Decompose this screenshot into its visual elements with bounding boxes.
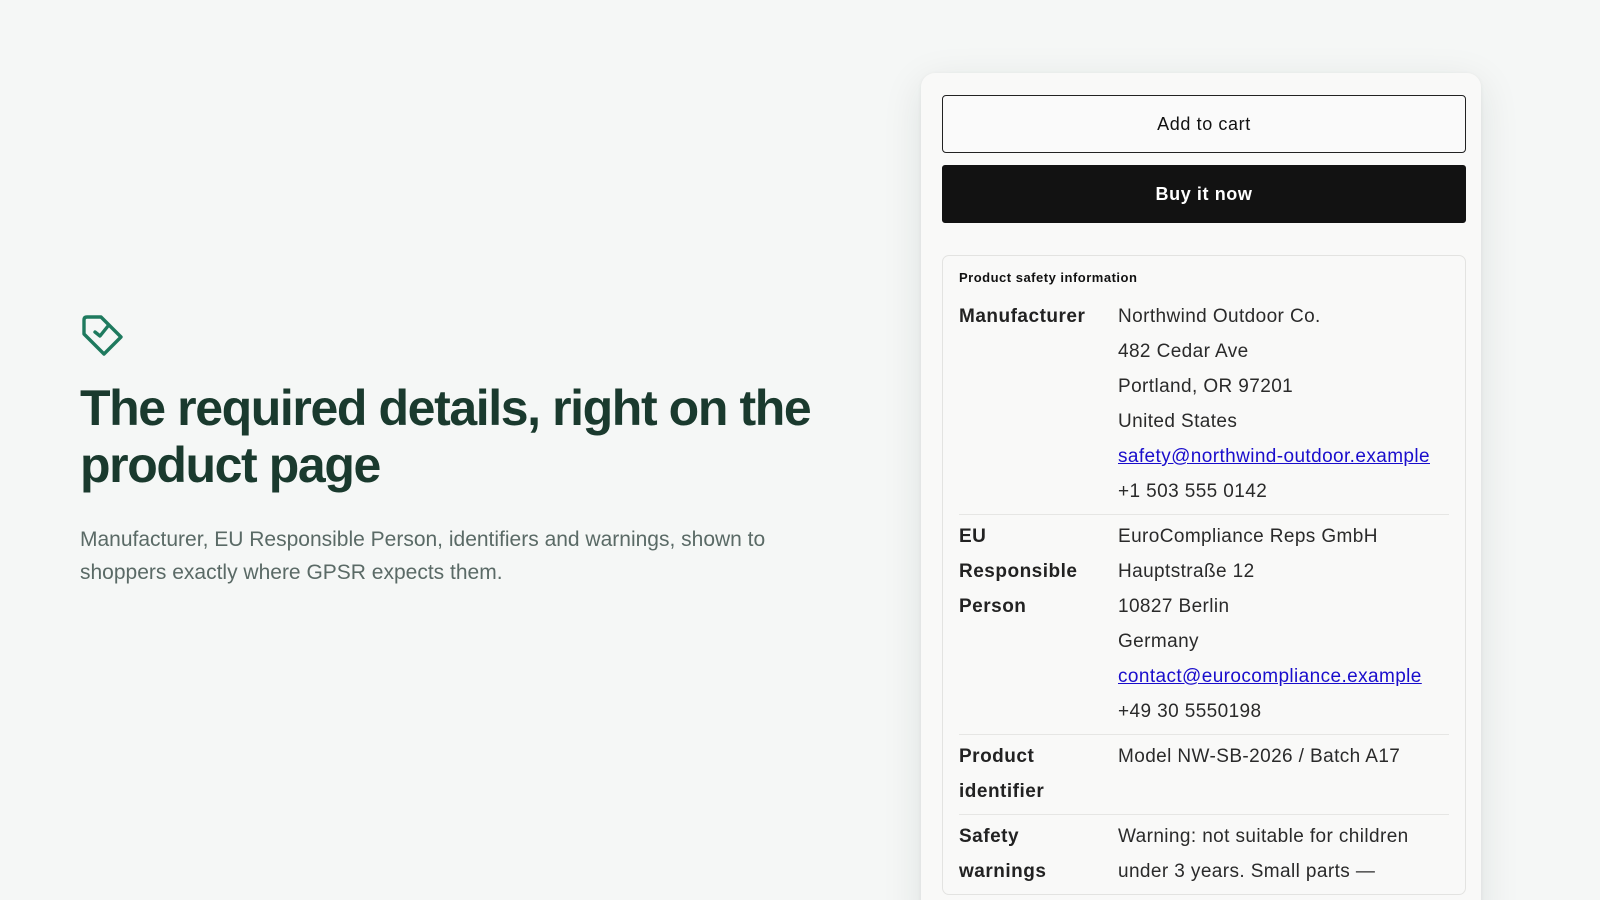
eu-rep-phone: +49 30 5550198 — [1118, 701, 1262, 722]
eu-rep-email-line: contact@eurocompliance.example — [1118, 659, 1449, 694]
eu-rep-city: 10827 Berlin — [1118, 596, 1230, 617]
warnings-details: Warning: not suitable for children under… — [1118, 815, 1449, 894]
identifier-details: Model NW-SB-2026 / Batch A17 — [1118, 735, 1449, 814]
manufacturer-phone: +1 503 555 0142 — [1118, 481, 1268, 502]
product-safety-panel: Product safety information Manufacturer … — [942, 255, 1466, 895]
manufacturer-street: 482 Cedar Ave — [1118, 341, 1249, 362]
product-card: Add to cart Buy it now Product safety in… — [921, 73, 1481, 900]
eu-rep-email-link[interactable]: contact@eurocompliance.example — [1118, 666, 1422, 687]
eu-rep-name: EuroCompliance Reps GmbH — [1118, 526, 1378, 547]
warnings-value-line1: Warning: not suitable for children — [1118, 826, 1409, 847]
warnings-label-line1: Safety — [959, 826, 1020, 847]
manufacturer-country: United States — [1118, 411, 1238, 432]
page: The required details, right on the produ… — [0, 0, 1600, 900]
warnings-label: Safety warnings — [959, 815, 1118, 894]
product-safety-title: Product safety information — [959, 270, 1138, 285]
eu-rep-label: EU Responsible Person — [959, 515, 1118, 734]
eu-rep-street: Hauptstraße 12 — [1118, 561, 1255, 582]
hero-section: The required details, right on the produ… — [80, 314, 820, 589]
manufacturer-details: Northwind Outdoor Co. 482 Cedar Ave Port… — [1118, 295, 1449, 514]
add-to-cart-button[interactable]: Add to cart — [942, 95, 1466, 153]
identifier-value: Model NW-SB-2026 / Batch A17 — [1118, 746, 1401, 767]
hero-subtitle: Manufacturer, EU Responsible Person, ide… — [80, 528, 766, 584]
manufacturer-email-link[interactable]: safety@northwind-outdoor.example — [1118, 446, 1430, 467]
safety-row-product-identifier: Product identifier Model NW-SB-2026 / Ba… — [959, 735, 1449, 815]
hero-title: The required details, right on the produ… — [80, 380, 812, 493]
identifier-label: Product identifier — [959, 735, 1118, 814]
manufacturer-city: Portland, OR 97201 — [1118, 376, 1294, 397]
eu-rep-country: Germany — [1118, 631, 1199, 652]
warnings-value-line2: under 3 years. Small parts — — [1118, 861, 1376, 882]
identifier-label-line1: Product — [959, 746, 1035, 767]
eu-rep-label-line3: Person — [959, 596, 1027, 617]
warnings-label-line2: warnings — [959, 861, 1047, 882]
eu-rep-details: EuroCompliance Reps GmbH Hauptstraße 12 … — [1118, 515, 1449, 734]
safety-row-warnings: Safety warnings Warning: not suitable fo… — [959, 815, 1449, 894]
tag-check-icon — [80, 314, 124, 358]
safety-row-eu-responsible-person: EU Responsible Person EuroCompliance Rep… — [959, 515, 1449, 735]
manufacturer-name: Northwind Outdoor Co. — [1118, 306, 1321, 327]
safety-row-manufacturer: Manufacturer Northwind Outdoor Co. 482 C… — [959, 295, 1449, 515]
manufacturer-label: Manufacturer — [959, 295, 1118, 514]
buy-it-now-button[interactable]: Buy it now — [942, 165, 1466, 223]
eu-rep-label-line2: Responsible — [959, 561, 1078, 582]
identifier-label-line2: identifier — [959, 781, 1045, 802]
manufacturer-email-line: safety@northwind-outdoor.example — [1118, 439, 1449, 474]
manufacturer-label-text: Manufacturer — [959, 306, 1086, 327]
eu-rep-label-line1: EU — [959, 526, 987, 547]
